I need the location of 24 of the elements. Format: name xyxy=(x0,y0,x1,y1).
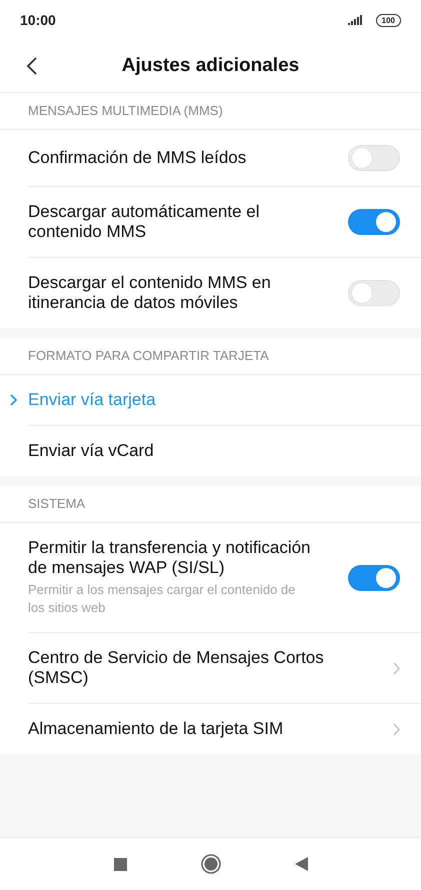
setting-label: Descargar el contenido MMS en itinerancia de datos móviles xyxy=(28,273,272,313)
home-icon[interactable] xyxy=(200,854,220,874)
toggle-switch[interactable] xyxy=(348,280,400,306)
setting-label: Almacenamiento de la tarjeta SIM xyxy=(28,719,284,739)
page-title: Ajustes adicionales xyxy=(122,55,300,77)
recents-icon[interactable] xyxy=(114,858,126,870)
chevron-icon xyxy=(10,394,17,406)
status-time: 10:00 xyxy=(20,12,57,28)
setting-label: Confirmación de MMS leídos xyxy=(28,148,248,168)
back-icon[interactable] xyxy=(294,857,308,871)
setting-label: Enviar vía tarjeta xyxy=(28,390,157,410)
setting-label: Descargar automáticamente el contenido MMS xyxy=(28,202,261,242)
setting-label: Permitir la transferencia y notificación de mensajes WAP (SI/SL) xyxy=(28,538,312,578)
back-icon xyxy=(26,57,38,75)
chevron-icon xyxy=(393,722,400,736)
setting-label: Enviar vía vCard xyxy=(28,441,155,461)
chevron-icon xyxy=(393,662,400,674)
toggle-switch[interactable] xyxy=(348,145,400,171)
setting-label: Centro de Servicio de Mensajes Cortos (SMSC) xyxy=(28,648,325,688)
setting-description: Permitir a los mensajes cargar el contenido de los sitios web xyxy=(28,581,296,617)
toggle-switch[interactable] xyxy=(348,209,400,235)
signal-icon xyxy=(348,15,362,25)
battery-level: 100 xyxy=(376,14,401,26)
toggle-switch[interactable] xyxy=(348,564,400,590)
